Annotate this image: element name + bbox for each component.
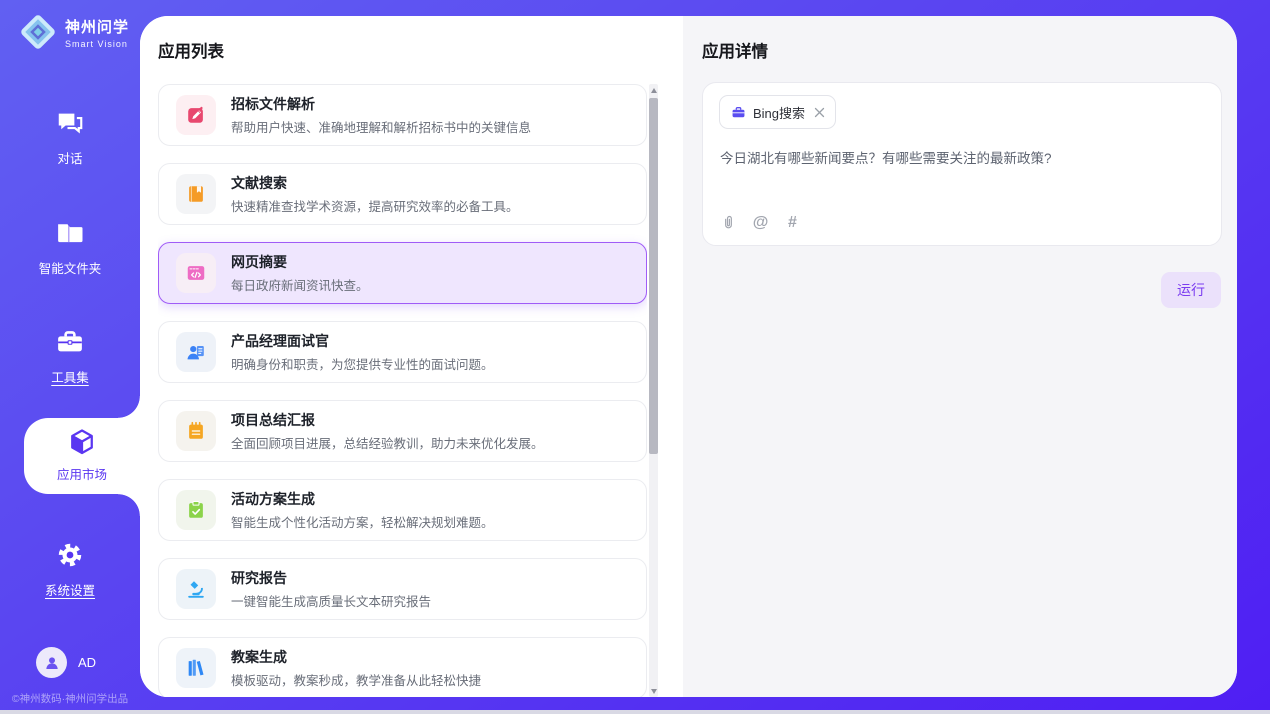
toolbox-icon	[55, 327, 85, 357]
book-icon	[176, 174, 216, 214]
close-icon[interactable]	[814, 107, 825, 118]
app-card[interactable]: 网页摘要 每日政府新闻资讯快查。	[158, 242, 647, 304]
app-card[interactable]: 产品经理面试官 明确身份和职责，为您提供专业性的面试问题。	[158, 321, 647, 383]
chat-icon	[55, 108, 85, 138]
app-card[interactable]: 招标文件解析 帮助用户快速、准确地理解和解析招标书中的关键信息	[158, 84, 647, 146]
copyright-text: ©神州数码·神州问学出品	[0, 691, 140, 706]
app-card[interactable]: 教案生成 模板驱动，教案秒成，教学准备从此轻松快捷	[158, 637, 647, 697]
app-card-title: 研究报告	[231, 569, 431, 587]
scrollbar-thumb[interactable]	[649, 98, 658, 454]
sidebar-item-toolset[interactable]: 工具集	[0, 327, 140, 386]
avatar	[36, 647, 67, 678]
notepad-icon	[176, 411, 216, 451]
app-card-title: 项目总结汇报	[231, 411, 544, 429]
app-card-title: 活动方案生成	[231, 490, 494, 508]
app-card[interactable]: 项目总结汇报 全面回顾项目进展，总结经验教训，助力未来优化发展。	[158, 400, 647, 462]
window-bottom-edge	[0, 710, 1270, 714]
paperclip-icon[interactable]	[720, 214, 737, 231]
app-list-scrollbar[interactable]	[649, 84, 658, 697]
content-area: 应用列表 招标文件解析 帮助用户快速、准确地理解和解析招标书中的关键信息 文献搜…	[140, 16, 1237, 697]
app-card-description: 明确身份和职责，为您提供专业性的面试问题。	[231, 354, 494, 373]
scroll-up-icon[interactable]	[649, 84, 658, 96]
app-detail-panel: 应用详情 Bing搜索 今日湖北有哪些新闻要点？有哪些需要关注的最新政策? @ …	[683, 16, 1237, 697]
user-account[interactable]: AD	[36, 647, 96, 678]
webpage-icon	[176, 253, 216, 293]
sidebar-item-app-market[interactable]: 应用市场	[24, 418, 140, 494]
query-text[interactable]: 今日湖北有哪些新闻要点？有哪些需要关注的最新政策?	[720, 149, 1205, 168]
app-card-title: 文献搜索	[231, 174, 519, 192]
app-card-description: 一键智能生成高质量长文本研究报告	[231, 591, 431, 610]
at-mention-icon[interactable]: @	[752, 214, 769, 231]
books-icon	[176, 648, 216, 688]
scroll-down-icon[interactable]	[649, 685, 658, 697]
brand-name: 神州问学	[65, 16, 129, 37]
app-card-title: 网页摘要	[231, 253, 369, 271]
app-card-description: 快速精准查找学术资源，提高研究效率的必备工具。	[231, 196, 519, 215]
sidebar-item-label: 工具集	[0, 367, 140, 386]
app-card[interactable]: 文献搜索 快速精准查找学术资源，提高研究效率的必备工具。	[158, 163, 647, 225]
sidebar-item-smart-folder[interactable]: 智能文件夹	[0, 218, 140, 277]
sidebar-item-label: 系统设置	[0, 580, 140, 599]
attachment-toolbar: @ #	[720, 214, 801, 231]
interviewer-icon	[176, 332, 216, 372]
cube-icon	[67, 427, 97, 457]
app-card-title: 招标文件解析	[231, 95, 531, 113]
briefcase-icon	[731, 105, 746, 120]
app-card-title: 产品经理面试官	[231, 332, 494, 350]
prompt-input-card[interactable]: Bing搜索 今日湖北有哪些新闻要点？有哪些需要关注的最新政策? @ #	[702, 82, 1222, 246]
app-card-list: 招标文件解析 帮助用户快速、准确地理解和解析招标书中的关键信息 文献搜索 快速精…	[158, 84, 647, 697]
hash-topic-icon[interactable]: #	[784, 214, 801, 231]
brand-logo-icon	[18, 12, 58, 52]
gear-icon	[55, 540, 85, 570]
microscope-icon	[176, 569, 216, 609]
clipboard-check-icon	[176, 490, 216, 530]
app-window: 神州问学 Smart Vision 对话 智能文件夹 工具集 应用市场 系统设置	[0, 0, 1270, 714]
app-card-description: 智能生成个性化活动方案，轻松解决规划难题。	[231, 512, 494, 531]
app-list-panel: 应用列表 招标文件解析 帮助用户快速、准确地理解和解析招标书中的关键信息 文献搜…	[140, 16, 683, 697]
app-card-title: 教案生成	[231, 648, 481, 666]
run-button[interactable]: 运行	[1161, 272, 1221, 308]
sidebar-item-label: 应用市场	[24, 464, 140, 483]
sidebar-item-label: 智能文件夹	[0, 258, 140, 277]
edit-doc-icon	[176, 95, 216, 135]
tool-chip-label: Bing搜索	[753, 103, 805, 122]
sidebar-item-label: 对话	[0, 148, 140, 167]
app-card-description: 每日政府新闻资讯快查。	[231, 275, 369, 294]
app-card-description: 全面回顾项目进展，总结经验教训，助力未来优化发展。	[231, 433, 544, 452]
sidebar: 神州问学 Smart Vision 对话 智能文件夹 工具集 应用市场 系统设置	[0, 0, 140, 714]
brand-subtitle: Smart Vision	[65, 39, 129, 49]
brand-logo: 神州问学 Smart Vision	[18, 12, 129, 52]
app-card-description: 模板驱动，教案秒成，教学准备从此轻松快捷	[231, 670, 481, 689]
app-card-description: 帮助用户快速、准确地理解和解析招标书中的关键信息	[231, 117, 531, 136]
sidebar-item-chat[interactable]: 对话	[0, 108, 140, 167]
user-initials: AD	[78, 655, 96, 670]
app-card[interactable]: 研究报告 一键智能生成高质量长文本研究报告	[158, 558, 647, 620]
app-detail-title: 应用详情	[702, 38, 768, 62]
app-card[interactable]: 活动方案生成 智能生成个性化活动方案，轻松解决规划难题。	[158, 479, 647, 541]
app-list-title: 应用列表	[158, 38, 224, 62]
sidebar-item-settings[interactable]: 系统设置	[0, 540, 140, 599]
folder-icon	[55, 218, 85, 248]
tool-chip-bing-search[interactable]: Bing搜索	[719, 95, 836, 129]
